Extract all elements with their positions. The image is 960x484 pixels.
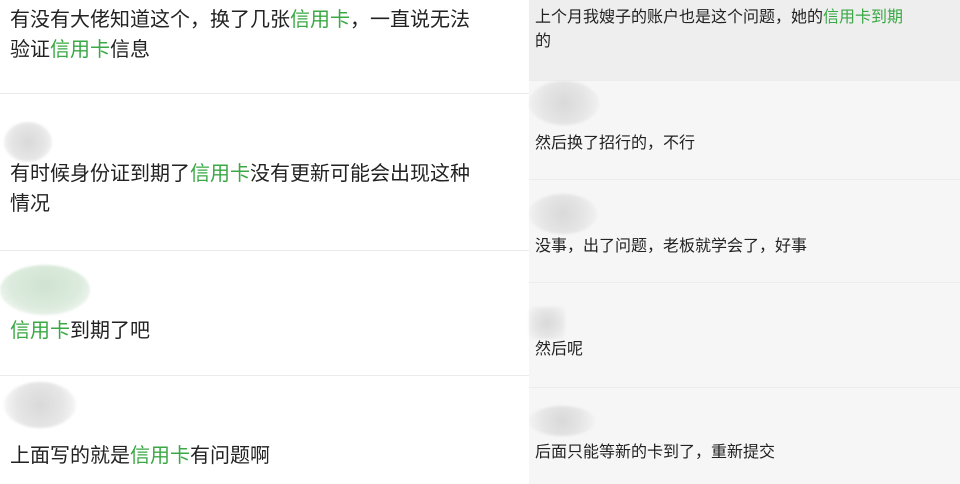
comment-text: 信用卡到期了吧 <box>10 318 150 342</box>
avatar <box>4 382 76 428</box>
comment-item[interactable]: 上面写的就是信用卡有问题啊 <box>0 376 529 484</box>
comment-text: 有没有大佬知道这个，换了几张信用卡，一直说无法 验证信用卡信息 <box>10 7 470 61</box>
comment-item[interactable]: 然后呢 <box>529 283 960 387</box>
highlight-keyword[interactable]: 信用卡 <box>10 318 70 342</box>
right-comment-column: 上个月我嫂子的账户也是这个问题，她的信用卡到期 的 然后换了招行的，不行 没事，… <box>529 0 960 484</box>
highlight-keyword[interactable]: 信用卡 <box>50 37 110 61</box>
highlight-keyword[interactable]: 信用卡 <box>290 7 350 31</box>
avatar <box>529 81 599 125</box>
avatar <box>529 307 565 339</box>
left-comment-column: 有没有大佬知道这个，换了几张信用卡，一直说无法 验证信用卡信息 有时候身份证到期… <box>0 0 529 484</box>
avatar <box>529 406 595 436</box>
comment-item[interactable]: 信用卡到期了吧 <box>0 251 529 375</box>
avatar <box>0 265 90 315</box>
comment-item[interactable]: 有时候身份证到期了信用卡没有更新可能会出现这种 情况 <box>0 94 529 250</box>
avatar <box>529 194 597 234</box>
comment-text: 有时候身份证到期了信用卡没有更新可能会出现这种 情况 <box>10 161 470 215</box>
avatar <box>4 122 52 162</box>
comment-text: 后面只能等新的卡到了，重新提交 <box>535 442 776 461</box>
comment-text: 上面写的就是信用卡有问题啊 <box>10 443 270 467</box>
comment-item[interactable]: 没事，出了问题，老板就学会了，好事 <box>529 180 960 282</box>
highlight-keyword[interactable]: 信用卡 <box>130 443 190 467</box>
comment-item[interactable]: 上个月我嫂子的账户也是这个问题，她的信用卡到期 的 <box>529 0 960 80</box>
comment-item[interactable]: 然后换了招行的，不行 <box>529 81 960 179</box>
comment-text: 上个月我嫂子的账户也是这个问题，她的信用卡到期 的 <box>535 7 904 50</box>
highlight-keyword[interactable]: 信用卡到期 <box>823 7 903 26</box>
comment-item[interactable]: 有没有大佬知道这个，换了几张信用卡，一直说无法 验证信用卡信息 <box>0 0 529 93</box>
comment-text: 然后呢 <box>535 339 584 358</box>
comment-text: 然后换了招行的，不行 <box>535 133 696 152</box>
comment-item[interactable]: 后面只能等新的卡到了，重新提交 <box>529 388 960 484</box>
comment-text: 没事，出了问题，老板就学会了，好事 <box>535 236 808 255</box>
highlight-keyword[interactable]: 信用卡 <box>190 161 250 185</box>
